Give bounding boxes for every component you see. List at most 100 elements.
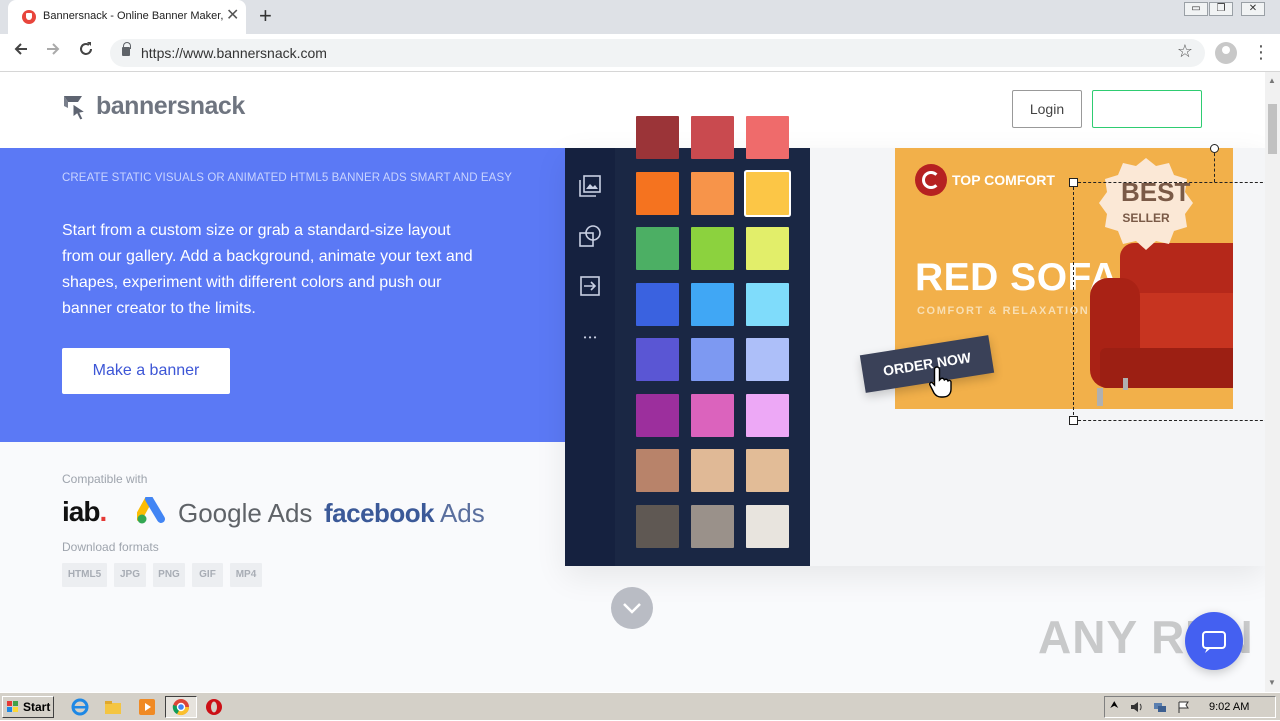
scroll-up-arrow-icon[interactable]: ▲	[1268, 76, 1276, 85]
new-tab-button[interactable]: +	[259, 4, 272, 28]
hand-cursor-icon	[929, 366, 952, 398]
color-swatch[interactable]	[636, 171, 679, 215]
network-icon[interactable]	[1153, 700, 1167, 712]
format-badge-html5: HTML5	[62, 563, 107, 587]
start-label: Start	[23, 700, 51, 714]
taskbar-clock: 9:02 AM	[1209, 701, 1250, 713]
color-swatch[interactable]	[691, 282, 734, 326]
color-swatch[interactable]	[636, 116, 679, 159]
file-explorer-icon[interactable]	[104, 698, 122, 716]
selection-outline-bottom	[1073, 420, 1265, 421]
ad-brand-name: TOP COMFORT	[952, 172, 1055, 188]
compatible-with-label: Compatible with	[62, 472, 148, 486]
download-formats-label: Download formats	[62, 540, 159, 554]
editor-toolbar: • • •	[565, 148, 615, 566]
site-logo-text[interactable]: bannersnack	[96, 92, 245, 121]
resize-handle-top-left[interactable]	[1069, 178, 1078, 187]
format-badge-gif: GIF	[192, 563, 223, 587]
facebook-wordmark: facebook	[324, 498, 435, 528]
url-text[interactable]: https://www.bannersnack.com	[141, 45, 327, 61]
facebook-ads-suffix: Ads	[434, 498, 485, 528]
top-comfort-logo-icon	[915, 164, 947, 196]
profile-avatar-icon[interactable]	[1215, 42, 1237, 64]
images-icon[interactable]	[578, 174, 602, 198]
tab-close-button[interactable]: ✕	[226, 7, 239, 25]
iab-logo-text: iab	[62, 496, 100, 527]
browser-tab[interactable]: Bannersnack - Online Banner Maker, ✕	[8, 0, 246, 34]
window-close-button[interactable]: ✕	[1241, 2, 1265, 16]
color-swatch[interactable]	[746, 116, 789, 159]
color-swatch[interactable]	[691, 449, 734, 492]
bookmark-star-icon[interactable]: ☆	[1177, 41, 1193, 62]
page-viewport: bannersnack Login CREATE STATIC VISUALS …	[0, 72, 1265, 692]
color-swatch[interactable]	[746, 282, 789, 326]
shapes-icon[interactable]	[578, 224, 602, 248]
color-swatch[interactable]	[691, 393, 734, 437]
color-swatch[interactable]	[691, 504, 734, 548]
color-swatch[interactable]	[636, 449, 679, 492]
color-swatch[interactable]	[636, 504, 679, 548]
restore-button[interactable]: ❐	[1209, 2, 1233, 16]
iab-logo-dot: .	[99, 496, 107, 527]
back-arrow-icon[interactable]	[12, 40, 30, 64]
start-button[interactable]: Start	[2, 696, 54, 718]
scroll-down-button[interactable]	[611, 587, 653, 629]
import-icon[interactable]	[578, 274, 602, 298]
hero-tagline: CREATE STATIC VISUALS OR ANIMATED HTML5 …	[62, 172, 512, 184]
tab-title: Bannersnack - Online Banner Maker,	[43, 10, 223, 22]
windows-flag-icon	[7, 701, 18, 712]
selection-outline-top	[1073, 182, 1265, 183]
scrollbar-thumb[interactable]	[1268, 104, 1277, 154]
opera-icon[interactable]	[205, 698, 223, 716]
rotate-handle[interactable]	[1210, 144, 1219, 153]
internet-explorer-icon[interactable]	[71, 698, 89, 716]
chrome-icon	[172, 699, 190, 716]
iab-logo: iab.	[62, 496, 107, 528]
color-swatch[interactable]	[746, 338, 789, 381]
format-badge-mp4: MP4	[230, 563, 262, 587]
color-swatch[interactable]	[691, 116, 734, 159]
color-swatch[interactable]	[636, 393, 679, 437]
address-bar[interactable]: https://www.bannersnack.com ☆	[110, 39, 1205, 67]
color-swatch[interactable]	[746, 449, 789, 492]
signup-button[interactable]	[1092, 90, 1202, 128]
login-button[interactable]: Login	[1012, 90, 1082, 128]
color-swatch[interactable]	[746, 171, 789, 215]
color-swatch[interactable]	[691, 227, 734, 270]
color-swatch[interactable]	[691, 338, 734, 381]
windows-taskbar: Start ⮝ 9:02 AM	[0, 692, 1280, 720]
selection-outline-left	[1073, 182, 1074, 420]
media-player-icon[interactable]	[138, 698, 156, 716]
google-ads-icon	[135, 495, 169, 525]
chrome-menu-icon[interactable]: ⋮	[1252, 41, 1270, 63]
color-swatch[interactable]	[691, 171, 734, 215]
volume-icon[interactable]	[1130, 700, 1144, 712]
chat-widget-button[interactable]	[1185, 612, 1243, 670]
color-swatch[interactable]	[636, 282, 679, 326]
resize-handle-bottom-left[interactable]	[1069, 416, 1078, 425]
format-badge-jpg: JPG	[114, 563, 146, 587]
reload-icon[interactable]	[77, 40, 95, 64]
color-swatch[interactable]	[746, 504, 789, 548]
make-banner-button[interactable]: Make a banner	[62, 348, 230, 394]
taskbar-chrome-button[interactable]	[165, 696, 197, 718]
color-swatch-panel	[615, 116, 810, 566]
color-swatch[interactable]	[746, 227, 789, 270]
color-swatch[interactable]	[636, 338, 679, 381]
google-ads-logo-text: Google Ads	[178, 498, 313, 528]
bannersnack-favicon-icon	[22, 10, 36, 24]
minimize-button[interactable]: ▭	[1184, 2, 1208, 16]
format-badge-png: PNG	[153, 563, 185, 587]
hero-description: Start from a custom size or grab a stand…	[62, 222, 473, 317]
color-swatch[interactable]	[746, 393, 789, 437]
more-icon[interactable]: • • •	[578, 326, 602, 350]
page-scrollbar[interactable]: ▲ ▼	[1265, 72, 1280, 692]
site-header: bannersnack Login	[0, 72, 1265, 148]
browser-toolbar: https://www.bannersnack.com ☆ ⋮	[0, 34, 1280, 72]
action-center-flag-icon[interactable]	[1177, 700, 1191, 713]
bannersnack-logo-icon[interactable]	[62, 94, 90, 124]
scroll-down-arrow-icon[interactable]: ▼	[1268, 678, 1276, 687]
tray-expand-icon[interactable]: ⮝	[1110, 700, 1124, 712]
forward-arrow-icon[interactable]	[44, 40, 62, 64]
color-swatch[interactable]	[636, 227, 679, 270]
